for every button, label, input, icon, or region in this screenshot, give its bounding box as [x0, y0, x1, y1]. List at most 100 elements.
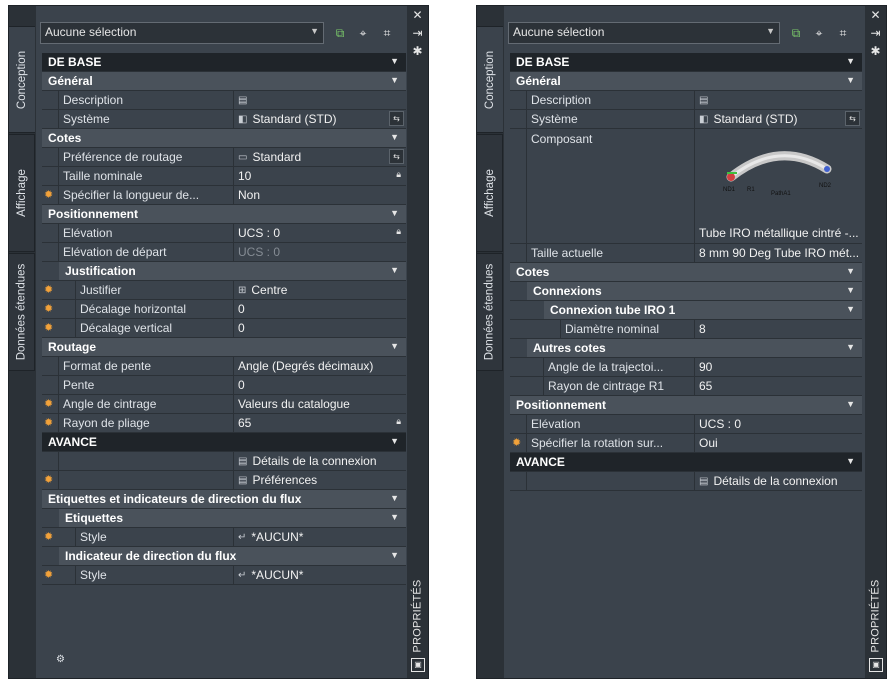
property-value[interactable]: ND1 R1 PathA1 ND2 Tube IRO métallique cintré…: [694, 129, 862, 243]
property-value[interactable]: ↵ *AUCUN*: [233, 528, 406, 546]
select-objects-icon[interactable]: ⌖: [353, 23, 373, 43]
property-value[interactable]: ▤: [233, 91, 406, 109]
select-button[interactable]: ⇆: [389, 149, 404, 164]
lock-icon[interactable]: 🔒︎: [396, 416, 401, 427]
property-value[interactable]: ▤: [694, 91, 862, 109]
property-value[interactable]: ▭ Standard ⇆: [233, 148, 406, 166]
category-header-connexion-tube-iro-1[interactable]: Connexion tube IRO 1 ▼: [510, 301, 862, 320]
palette-menu-icon[interactable]: ▣: [411, 658, 425, 672]
select-button[interactable]: ⇆: [845, 111, 860, 126]
category-header-general[interactable]: Général ▼: [510, 72, 862, 91]
property-row-systeme[interactable]: Système ◧ Standard (STD) ⇆: [42, 110, 406, 129]
property-value[interactable]: 65: [694, 377, 862, 395]
property-value[interactable]: Oui: [694, 434, 862, 452]
tab-donnees-etendues[interactable]: Données étendues: [9, 253, 35, 371]
close-icon[interactable]: ✕: [410, 8, 425, 22]
toggle-pickadd-icon[interactable]: ⌗: [377, 23, 397, 43]
property-row-angle-de-cintrage[interactable]: ✹ Angle de cintrage Valeurs du catalogue: [42, 395, 406, 414]
palette-menu-icon[interactable]: ▣: [869, 658, 883, 672]
tab-affichage[interactable]: Affichage: [9, 134, 35, 252]
tab-conception[interactable]: Conception: [477, 26, 503, 133]
gear-icon[interactable]: ✱: [868, 44, 883, 58]
category-header-connexions[interactable]: Connexions ▼: [510, 282, 862, 301]
property-row-justifier[interactable]: ✹ Justifier ⊞ Centre: [42, 281, 406, 300]
category-header-justification[interactable]: Justification ▼: [42, 262, 406, 281]
property-row-decalage-vertical[interactable]: ✹ Décalage vertical 0: [42, 319, 406, 338]
select-button[interactable]: ⇆: [389, 111, 404, 126]
property-value[interactable]: 8 mm 90 Deg Tube IRO mét...: [694, 244, 862, 262]
autohide-icon[interactable]: ⇥: [868, 26, 883, 40]
collapse-chevron-icon[interactable]: ▼: [846, 456, 855, 466]
category-header-routage[interactable]: Routage ▼: [42, 338, 406, 357]
property-row-decalage-horizontal[interactable]: ✹ Décalage horizontal 0: [42, 300, 406, 319]
property-row-elevation[interactable]: Elévation UCS : 0: [510, 415, 862, 434]
property-row-preferences[interactable]: ✹ ▤ Préférences: [42, 471, 406, 490]
property-row-systeme[interactable]: Système ◧ Standard (STD) ⇆: [510, 110, 862, 129]
property-value[interactable]: 65 🔒︎: [233, 414, 406, 432]
collapse-chevron-icon[interactable]: ▼: [846, 285, 855, 295]
property-row-taille-actuelle[interactable]: Taille actuelle 8 mm 90 Deg Tube IRO mét.…: [510, 244, 862, 263]
property-row-pente[interactable]: Pente 0: [42, 376, 406, 395]
quick-select-icon[interactable]: ⧉: [786, 23, 806, 43]
select-objects-icon[interactable]: ⌖: [809, 23, 829, 43]
property-value[interactable]: 90: [694, 358, 862, 376]
category-header-de-base[interactable]: DE BASE ▼: [42, 53, 406, 72]
quick-select-icon[interactable]: ⧉: [330, 23, 350, 43]
property-value[interactable]: Non: [233, 186, 406, 204]
collapse-chevron-icon[interactable]: ▼: [846, 266, 855, 276]
category-header-etiquettes[interactable]: Etiquettes ▼: [42, 509, 406, 528]
property-value[interactable]: 0: [233, 300, 406, 318]
property-row-taille-nominale[interactable]: Taille nominale 10 🔒︎: [42, 167, 406, 186]
property-value[interactable]: UCS : 0: [233, 243, 406, 261]
property-row-description[interactable]: Description ▤: [510, 91, 862, 110]
collapse-chevron-icon[interactable]: ▼: [390, 341, 399, 351]
property-row-diametre-nominal[interactable]: Diamètre nominal 8: [510, 320, 862, 339]
lock-icon[interactable]: 🔒︎: [396, 169, 401, 180]
toggle-pickadd-icon[interactable]: ⌗: [833, 23, 853, 43]
collapse-chevron-icon[interactable]: ▼: [846, 399, 855, 409]
property-value[interactable]: Angle (Degrés décimaux): [233, 357, 406, 375]
settings-icon[interactable]: ⚙: [56, 654, 65, 665]
category-header-avance[interactable]: AVANCE ▼: [42, 433, 406, 452]
property-row-elevation-de-depart[interactable]: Elévation de départ UCS : 0: [42, 243, 406, 262]
collapse-chevron-icon[interactable]: ▼: [390, 493, 399, 503]
property-value[interactable]: UCS : 0: [694, 415, 862, 433]
category-header-avance[interactable]: AVANCE ▼: [510, 453, 862, 472]
collapse-chevron-icon[interactable]: ▼: [390, 512, 399, 522]
property-value[interactable]: ⊞ Centre: [233, 281, 406, 299]
collapse-chevron-icon[interactable]: ▼: [390, 550, 399, 560]
category-header-general[interactable]: Général ▼: [42, 72, 406, 91]
property-value[interactable]: Valeurs du catalogue: [233, 395, 406, 413]
collapse-chevron-icon[interactable]: ▼: [390, 75, 399, 85]
selection-dropdown[interactable]: Aucune sélection ▼: [40, 22, 324, 44]
property-value[interactable]: ▤ Préférences: [233, 471, 406, 489]
property-value[interactable]: ▤ Détails de la connexion: [694, 472, 862, 490]
property-value[interactable]: 0: [233, 376, 406, 394]
property-row-style[interactable]: ✹ Style ↵ *AUCUN*: [42, 566, 406, 585]
category-header-positionnement[interactable]: Positionnement ▼: [510, 396, 862, 415]
property-value[interactable]: ▤ Détails de la connexion: [233, 452, 406, 470]
category-header-de-base[interactable]: DE BASE ▼: [510, 53, 862, 72]
lock-icon[interactable]: 🔒︎: [396, 226, 401, 237]
property-row-rayon-de-cintrage-r1[interactable]: Rayon de cintrage R1 65: [510, 377, 862, 396]
collapse-chevron-icon[interactable]: ▼: [390, 265, 399, 275]
close-icon[interactable]: ✕: [868, 8, 883, 22]
tab-donnees-etendues[interactable]: Données étendues: [477, 253, 503, 371]
category-header-positionnement[interactable]: Positionnement ▼: [42, 205, 406, 224]
category-header-cotes[interactable]: Cotes ▼: [42, 129, 406, 148]
property-value[interactable]: UCS : 0 🔒︎: [233, 224, 406, 242]
gear-icon[interactable]: ✱: [410, 44, 425, 58]
property-row-details-de-la-connexion[interactable]: ▤ Détails de la connexion: [42, 452, 406, 471]
collapse-chevron-icon[interactable]: ▼: [846, 56, 855, 66]
collapse-chevron-icon[interactable]: ▼: [390, 56, 399, 66]
property-value[interactable]: 8: [694, 320, 862, 338]
collapse-chevron-icon[interactable]: ▼: [846, 304, 855, 314]
property-row-description[interactable]: Description ▤: [42, 91, 406, 110]
property-row-angle-de-la-trajectoi[interactable]: Angle de la trajectoi... 90: [510, 358, 862, 377]
collapse-chevron-icon[interactable]: ▼: [390, 132, 399, 142]
property-value[interactable]: ◧ Standard (STD) ⇆: [233, 110, 406, 128]
selection-dropdown[interactable]: Aucune sélection ▼: [508, 22, 780, 44]
collapse-chevron-icon[interactable]: ▼: [390, 208, 399, 218]
autohide-icon[interactable]: ⇥: [410, 26, 425, 40]
collapse-chevron-icon[interactable]: ▼: [846, 75, 855, 85]
